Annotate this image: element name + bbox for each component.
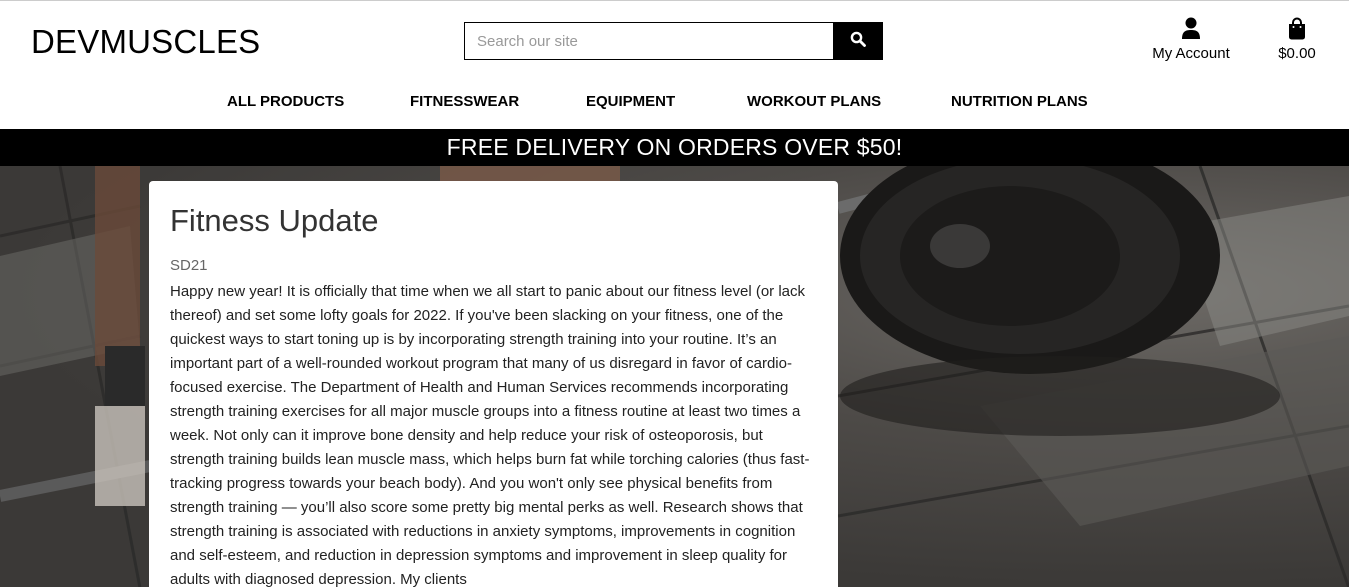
shopping-bag-link[interactable]: $0.00 xyxy=(1270,17,1324,62)
nav-nutrition-plans[interactable]: NUTRITION PLANS xyxy=(951,93,1088,110)
blog-post-card: Fitness Update SD21 Happy new year! It i… xyxy=(149,181,838,587)
my-account-label: My Account xyxy=(1152,45,1230,62)
user-icon xyxy=(1181,17,1201,41)
site-header: DEVMUSCLES Search our site My Account $0… xyxy=(0,1,1349,129)
site-logo[interactable]: DEVMUSCLES xyxy=(31,23,260,61)
search-button[interactable] xyxy=(833,23,882,59)
post-title: Fitness Update xyxy=(170,203,379,238)
search-input[interactable] xyxy=(465,23,833,59)
main-nav: ALL PRODUCTS FITNESSWEAR EQUIPMENT WORKO… xyxy=(0,93,1349,115)
nav-equipment[interactable]: EQUIPMENT xyxy=(586,93,675,110)
post-author: SD21 xyxy=(170,257,208,274)
shopping-bag-icon xyxy=(1287,17,1307,41)
post-body: Happy new year! It is officially that ti… xyxy=(170,283,810,587)
nav-all-products[interactable]: ALL PRODUCTS xyxy=(227,93,344,110)
nav-workout-plans[interactable]: WORKOUT PLANS xyxy=(747,93,881,110)
nav-fitnesswear[interactable]: FITNESSWEAR xyxy=(410,93,519,110)
free-delivery-banner: FREE DELIVERY ON ORDERS OVER $50! xyxy=(0,129,1349,166)
search-bar xyxy=(464,22,883,60)
my-account-link[interactable]: My Account xyxy=(1146,17,1236,62)
page: DEVMUSCLES Search our site My Account $0… xyxy=(0,0,1349,587)
bag-total: $0.00 xyxy=(1278,45,1316,62)
search-icon xyxy=(850,31,866,52)
